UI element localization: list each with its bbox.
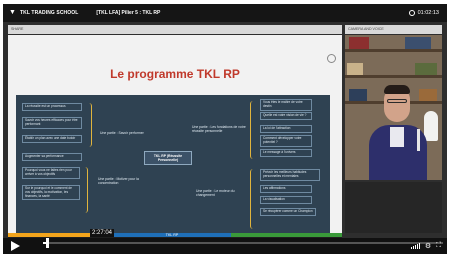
bracket xyxy=(250,101,256,159)
video-title: [TKL LFA] Pilier 5 : TKL RP xyxy=(96,10,161,16)
clock-icon xyxy=(408,10,415,16)
mind-map-leaf: Quelle est votre vision de vie ? xyxy=(260,112,312,120)
chapter-segment-current[interactable]: TKL RP xyxy=(113,233,231,237)
bracket xyxy=(82,167,88,213)
mind-map-leaf: La loi de l'attraction xyxy=(260,125,312,133)
books xyxy=(347,63,363,75)
logo-text: TKL TRADING SCHOOL xyxy=(20,10,79,16)
time-tooltip: 2:27:04 xyxy=(90,229,115,237)
books xyxy=(415,63,437,75)
mind-map-leaf: Pourquoi vous ne faites rien pour arrive… xyxy=(22,167,80,179)
shelf xyxy=(345,75,442,78)
mind-map-leaf: Le message à l'univers xyxy=(260,149,312,157)
video-player[interactable]: SHARE CAMERA AND VOICE Le programme TKL … xyxy=(3,22,447,254)
branch-node: Une partie : Les fondations de votre réu… xyxy=(192,125,246,133)
brand-logo: ▼ TKL TRADING SCHOOL xyxy=(9,9,78,17)
player-controls: 2:27:04 ⚙ ⛶ xyxy=(3,229,447,254)
camera-panel-empty xyxy=(345,182,442,233)
mind-map-leaf: Savoir vos heures efficaces pour être pe… xyxy=(22,117,82,129)
presenter-shirt xyxy=(390,127,404,147)
logo-icon: ▼ xyxy=(9,9,16,16)
play-icon[interactable] xyxy=(11,241,20,251)
timer-value: 01:02:13 xyxy=(417,10,439,16)
session-timer: 01:02:13 xyxy=(408,4,439,22)
slide-logo-icon xyxy=(327,54,336,63)
mind-map-leaf: Augmenter sa performance xyxy=(22,153,82,161)
volume-icon[interactable] xyxy=(410,243,420,249)
slide-title: Le programme TKL RP xyxy=(110,67,240,81)
branch-node: Une partie : Savoir performer xyxy=(100,131,144,135)
chapter-segment[interactable] xyxy=(231,233,342,237)
mind-map-leaf: Comment développer votre potentiel ? xyxy=(260,135,312,147)
mind-map-leaf: Vous êtes le maître de votre destin xyxy=(260,99,312,111)
microphone xyxy=(417,129,420,151)
glasses xyxy=(387,99,407,103)
center-node: TKL RP (Réussite Personnelle) xyxy=(144,151,192,165)
bracket xyxy=(86,103,92,147)
video-page: ▼ TKL TRADING SCHOOL [TKL LFA] Pilier 5 … xyxy=(0,0,449,254)
share-panel-label: SHARE xyxy=(8,25,342,34)
header-bar: ▼ TKL TRADING SCHOOL [TKL LFA] Pilier 5 … xyxy=(3,4,447,22)
fullscreen-icon[interactable]: ⛶ xyxy=(436,242,441,250)
seek-handle[interactable]: 2:27:04 xyxy=(46,229,115,248)
presenter-hair xyxy=(384,85,410,94)
books xyxy=(349,89,367,101)
mind-map-leaf: Prévoir les meilleurs habitudes personne… xyxy=(260,169,320,181)
shelf xyxy=(345,49,442,52)
books xyxy=(349,37,369,49)
camera-panel-label: CAMERA AND VOICE xyxy=(345,25,442,34)
webcam-feed xyxy=(345,35,442,180)
mind-map-leaf: Sur le pourquoi et le comment de vos obj… xyxy=(22,185,80,201)
mind-map-leaf: La visualisation xyxy=(260,196,312,204)
control-icons: ⚙ ⛶ xyxy=(410,242,441,250)
settings-icon[interactable]: ⚙ xyxy=(425,242,431,250)
seek-bar[interactable] xyxy=(43,242,443,244)
mind-map: TKL RP (Réussite Personnelle) Une partie… xyxy=(16,95,330,233)
lamp xyxy=(424,111,438,141)
branch-node: Une partie : Motiver pour la concentrati… xyxy=(98,177,139,185)
mind-map-leaf: Établir un plan avec une date butoir xyxy=(22,135,82,143)
books xyxy=(419,89,437,101)
bracket xyxy=(250,169,256,229)
presentation-slide: Le programme TKL RP TKL RP (Réussite Per… xyxy=(8,35,342,233)
mind-map-leaf: Les affirmations xyxy=(260,185,312,193)
branch-node: Une partie : Le moteur du changement xyxy=(196,189,235,197)
mind-map-leaf: La réussite est un processus xyxy=(22,103,82,111)
books xyxy=(405,37,431,49)
mind-map-leaf: Se récupérer comme un Champion xyxy=(260,208,316,216)
